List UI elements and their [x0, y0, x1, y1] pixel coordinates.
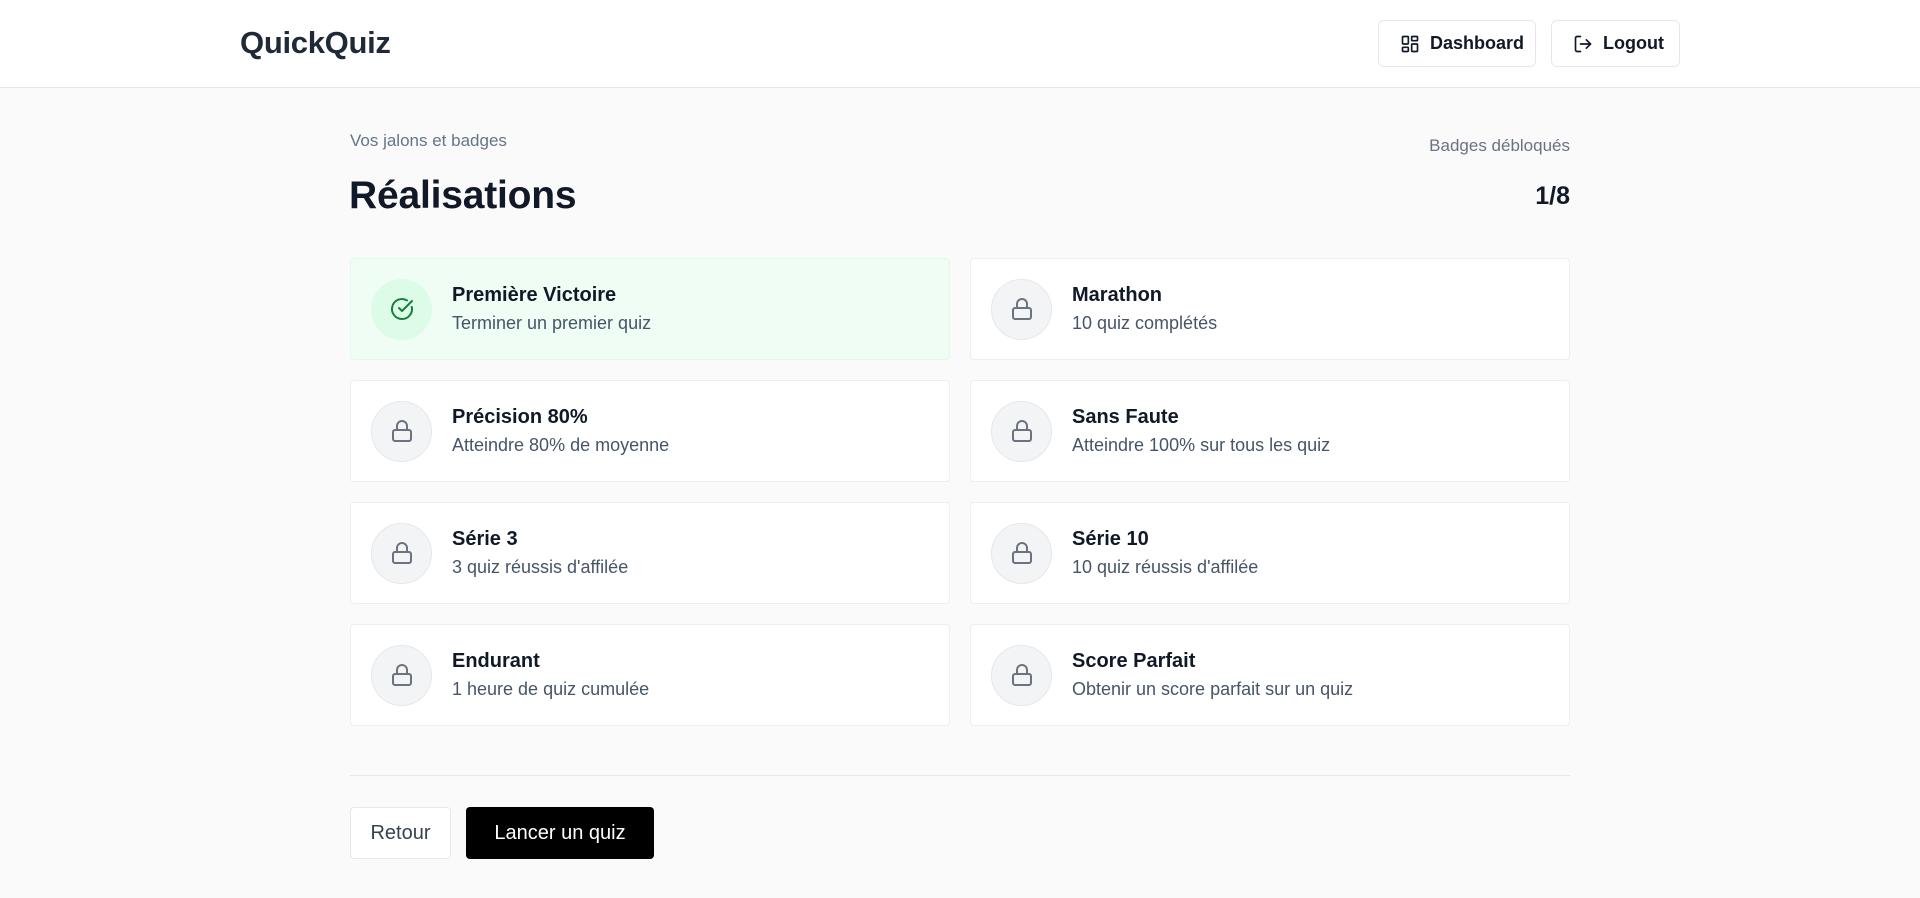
logout-label: Logout: [1603, 33, 1664, 53]
badge-description: Atteindre 80% de moyenne: [452, 435, 670, 455]
badge-description: 10 quiz complétés: [1072, 313, 1218, 333]
dashboard-icon: [1401, 35, 1419, 52]
page-eyebrow: Vos jalons et badges: [350, 131, 507, 150]
badge-title: Sans Faute: [1072, 406, 1179, 428]
badge-card: Endurant 1 heure de quiz cumulée: [350, 624, 950, 726]
badge-icon-circle: [991, 522, 1052, 584]
page-title: Réalisations: [349, 174, 577, 217]
badge-icon-circle: [371, 522, 432, 584]
logout-button[interactable]: Logout: [1551, 20, 1680, 67]
lock-icon: [1011, 664, 1032, 686]
badge-description: Terminer un premier quiz: [452, 313, 652, 333]
badge-text: Précision 80% Atteindre 80% de moyenne: [452, 404, 669, 458]
badge-text: Sans Faute Atteindre 100% sur tous les qu…: [1072, 404, 1330, 458]
badge-icon-circle: [371, 400, 432, 462]
lock-icon: [1011, 420, 1032, 442]
badge-text: Score Parfait Obtenir un score parfait su…: [1072, 648, 1353, 702]
badge-card: Série 10 10 quiz réussis d'affilée: [970, 502, 1570, 604]
check-circle-icon: [390, 298, 413, 320]
badges-unlocked-label: Badges débloqués: [1429, 136, 1570, 155]
badge-card: Score Parfait Obtenir un score parfait su…: [970, 624, 1570, 726]
badge-text: Série 3 3 quiz réussis d'affilée: [452, 526, 628, 580]
badge-card: Sans Faute Atteindre 100% sur tous les qu…: [970, 380, 1570, 482]
badge-title: Endurant: [452, 650, 540, 672]
lock-icon: [391, 420, 412, 442]
badge-title: Précision 80%: [452, 406, 588, 428]
badge-text: Série 10 10 quiz réussis d'affilée: [1072, 526, 1258, 580]
badge-icon-circle: [991, 400, 1052, 462]
badge-title: Série 3: [452, 528, 518, 550]
badge-card: Première Victoire Terminer un premier qui…: [350, 258, 950, 360]
badge-description: Atteindre 100% sur tous les quiz: [1072, 435, 1331, 455]
badge-title: Marathon: [1072, 284, 1162, 306]
badge-icon-circle: [371, 644, 432, 706]
lock-icon: [1011, 542, 1032, 564]
dashboard-button[interactable]: Dashboard: [1378, 20, 1536, 67]
badge-card: Précision 80% Atteindre 80% de moyenne: [350, 380, 950, 482]
badge-text: Endurant 1 heure de quiz cumulée: [452, 648, 649, 702]
badge-title: Score Parfait: [1072, 650, 1196, 672]
badge-icon-circle: [371, 278, 432, 340]
back-button[interactable]: Retour: [350, 807, 451, 859]
badge-icon-circle: [991, 644, 1052, 706]
badge-description: Obtenir un score parfait sur un quiz: [1072, 679, 1354, 699]
brand-logo[interactable]: QuickQuiz: [240, 25, 391, 61]
divider: [350, 775, 1570, 776]
start-quiz-button[interactable]: Lancer un quiz: [466, 807, 654, 859]
badge-title: Première Victoire: [452, 284, 617, 306]
badge-description: 1 heure de quiz cumulée: [452, 679, 650, 699]
badge-text: Marathon 10 quiz complétés: [1072, 282, 1217, 336]
badge-description: 10 quiz réussis d'affilée: [1072, 557, 1259, 577]
badge-title: Série 10: [1072, 528, 1149, 550]
dashboard-label: Dashboard: [1430, 33, 1525, 53]
badge-description: 3 quiz réussis d'affilée: [452, 557, 629, 577]
logout-icon: [1574, 35, 1592, 52]
badge-card: Série 3 3 quiz réussis d'affilée: [350, 502, 950, 604]
lock-icon: [391, 542, 412, 564]
badge-card: Marathon 10 quiz complétés: [970, 258, 1570, 360]
badge-grid: Première Victoire Terminer un premier qui…: [350, 258, 1570, 726]
lock-icon: [391, 664, 412, 686]
badge-icon-circle: [991, 278, 1052, 340]
badges-unlocked-count: 1/8: [1535, 182, 1570, 210]
top-navbar: QuickQuiz Dashboard Logout: [0, 0, 1920, 88]
lock-icon: [1011, 298, 1032, 320]
badge-text: Première Victoire Terminer un premier qui…: [452, 282, 651, 336]
